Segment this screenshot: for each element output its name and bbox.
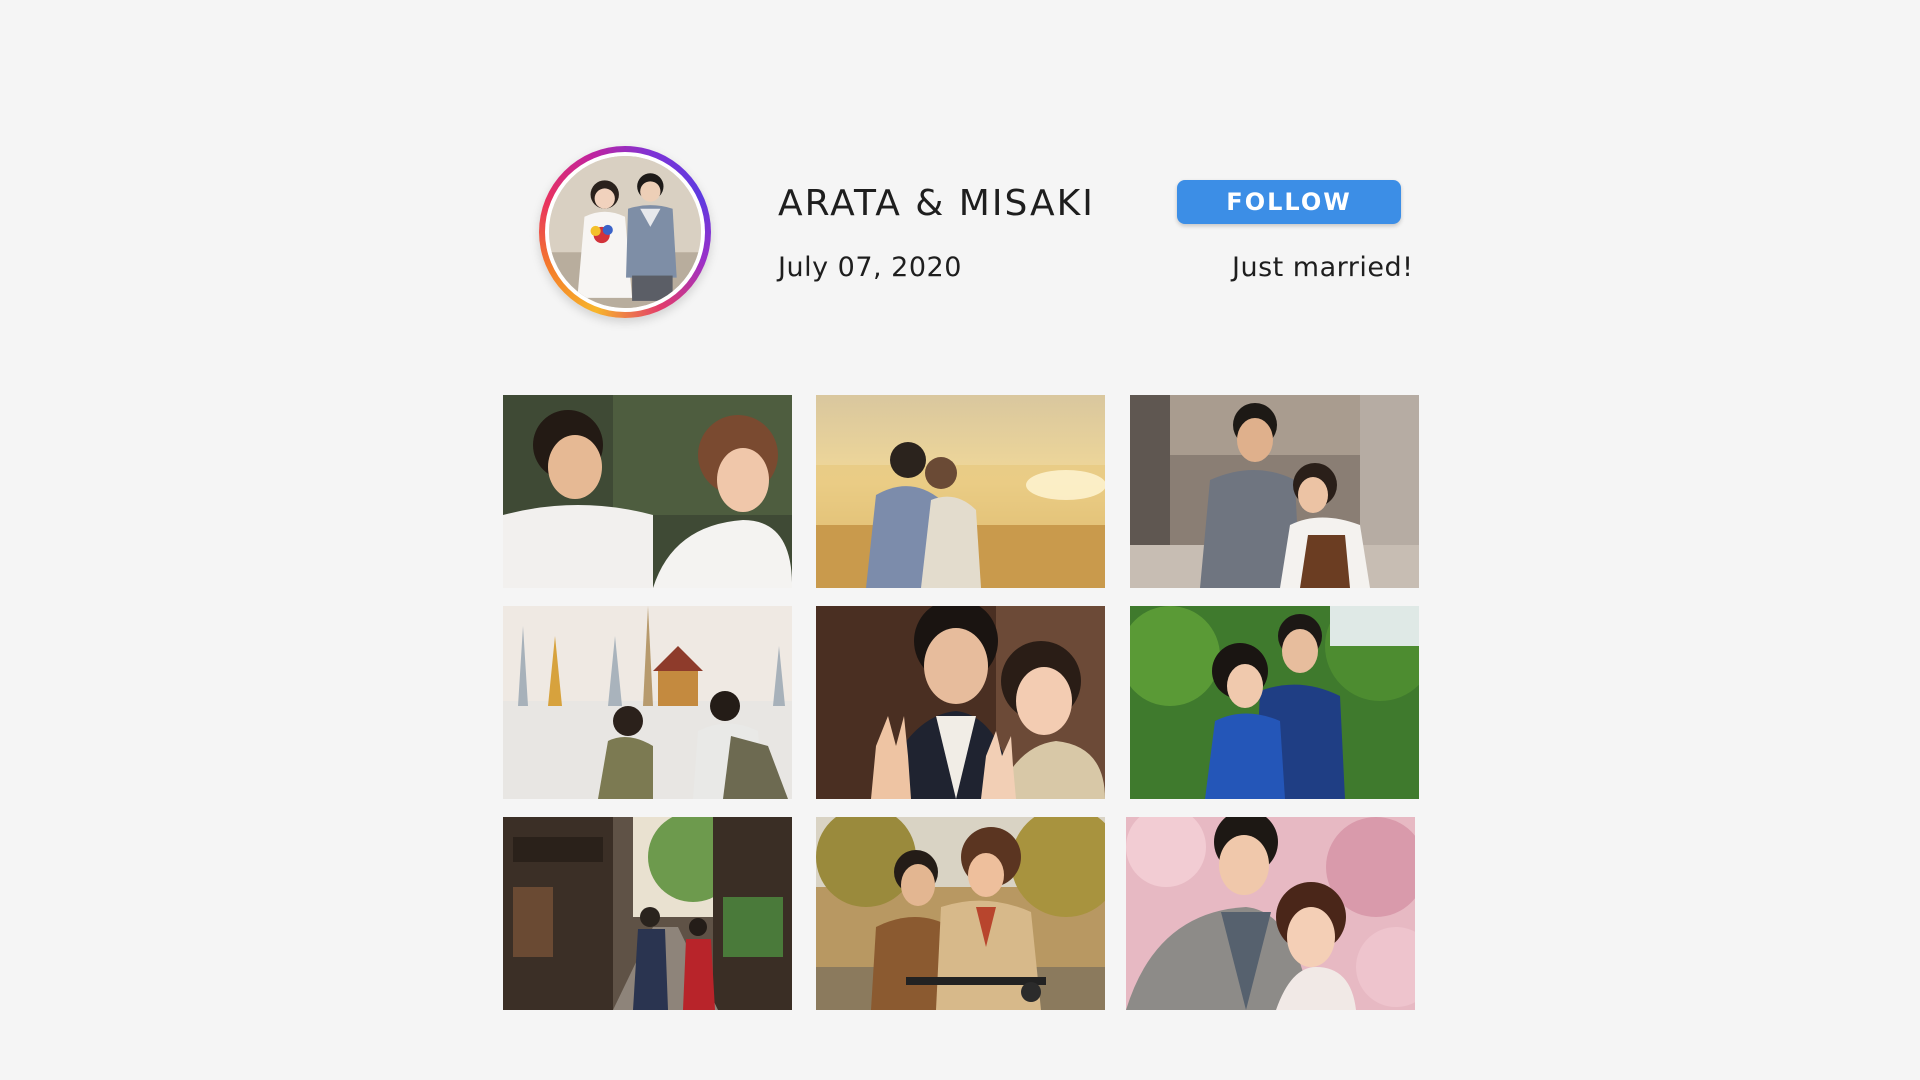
photo-image (1130, 606, 1419, 799)
profile-date: July 07, 2020 (778, 252, 962, 283)
avatar-image (549, 156, 701, 308)
avatar[interactable] (539, 146, 711, 318)
avatar-photo (549, 156, 701, 308)
photo-image (816, 817, 1105, 1010)
profile-name: ARATA & MISAKI (778, 183, 1095, 224)
photo-tile-9[interactable] (1126, 817, 1415, 1010)
photo-image (503, 606, 792, 799)
photo-image (1130, 395, 1419, 588)
photo-tile-5[interactable] (816, 606, 1105, 799)
photo-image (503, 395, 792, 588)
profile-status: Just married! (1232, 252, 1414, 283)
photo-tile-1[interactable] (503, 395, 792, 588)
photo-image (503, 817, 792, 1010)
photo-tile-2[interactable] (816, 395, 1105, 588)
profile-page: ARATA & MISAKI July 07, 2020 FOLLOW Just… (0, 0, 1920, 1080)
photo-tile-7[interactable] (503, 817, 792, 1010)
photo-image (1126, 817, 1415, 1010)
photo-tile-8[interactable] (816, 817, 1105, 1010)
follow-button[interactable]: FOLLOW (1177, 180, 1401, 224)
photo-image (816, 606, 1105, 799)
photo-image (816, 395, 1105, 588)
photo-tile-6[interactable] (1130, 606, 1419, 799)
photo-tile-4[interactable] (503, 606, 792, 799)
photo-tile-3[interactable] (1130, 395, 1419, 588)
